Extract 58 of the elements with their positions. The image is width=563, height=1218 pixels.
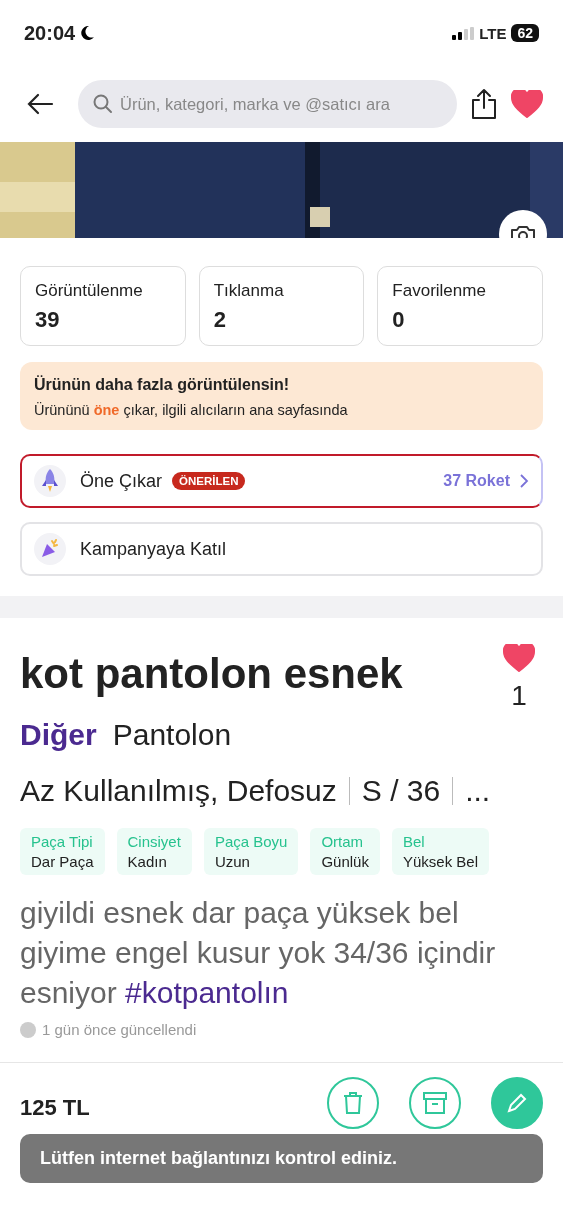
recommended-badge: ÖNERİLEN [172, 472, 246, 490]
attribute-name: Cinsiyet [127, 833, 181, 850]
heart-icon[interactable] [511, 90, 543, 118]
stat-label: Görüntülenme [35, 281, 144, 301]
stat-value: 2 [213, 307, 227, 333]
edit-button[interactable] [491, 1077, 543, 1129]
battery-indicator: 62 [511, 24, 539, 42]
attribute-name: Paça Tipi [31, 833, 94, 850]
archive-icon [423, 1092, 447, 1114]
stat-label: Tıklanma [213, 281, 285, 301]
like-count: 1 [511, 680, 527, 712]
action-label: Kampanyaya Katıl [80, 538, 227, 560]
attribute-name: Bel [402, 833, 426, 850]
pencil-icon [506, 1092, 528, 1114]
hashtag-link[interactable]: #kotpantolın [125, 976, 289, 1009]
stat-value: 39 [35, 307, 61, 333]
moon-icon [79, 25, 96, 41]
attribute-value: Kadın [127, 853, 168, 870]
status-time: 20:04 [24, 21, 76, 45]
search-icon [93, 94, 113, 114]
attribute-value: Uzun [214, 853, 251, 870]
party-popper-icon [34, 533, 66, 565]
attribute-value: Günlük [321, 853, 369, 870]
category-link[interactable]: Diğer [20, 718, 97, 752]
toast-message: Lütfen internet bağlantınızı kontrol ediniz. [20, 1134, 543, 1183]
promo-title: Ürünün daha fazla görüntülensin! [34, 376, 291, 394]
price-text: 125 TL [20, 1095, 90, 1121]
size-text: S / 36 [361, 774, 441, 808]
stat-label: Favorilenme [392, 281, 487, 301]
camera-icon [510, 224, 536, 238]
attribute-value: Dar Paça [31, 853, 94, 870]
rocket-icon [34, 465, 66, 497]
stat-value: 0 [392, 307, 406, 333]
product-title: kot pantolon esnek [20, 650, 403, 698]
description-text: giyildi esnek dar paça yüksek bel giyime engel kusur yok 34/36 içindir esniyor #kotpantolın [20, 895, 497, 1011]
heart-icon[interactable] [503, 644, 535, 672]
network-label: LTE [479, 24, 507, 42]
chevron-right-icon [520, 474, 529, 488]
more-text: ... [465, 774, 491, 808]
back-arrow-icon[interactable] [26, 93, 54, 115]
promo-text: Ürününü öne çıkar, ilgili alıcıların ana sayfasında [34, 402, 349, 418]
delete-button[interactable] [327, 1077, 379, 1129]
trash-icon [342, 1091, 364, 1115]
archive-button[interactable] [409, 1077, 461, 1129]
action-row[interactable]: Öne Çıkar ÖNERİLEN 37 Roket [20, 454, 543, 508]
search-field[interactable]: Ürün, kategori, marka ve @satıcı ara [78, 80, 457, 128]
signal-icon [452, 26, 475, 40]
attribute-name: Paça Boyu [214, 833, 288, 850]
subcategory-link[interactable]: Pantolon [112, 718, 232, 752]
info-icon [20, 1021, 36, 1038]
action-row[interactable]: Kampanyaya Katıl [20, 522, 543, 576]
updated-text: 1 gün önce güncellendi [42, 1021, 197, 1038]
rocket-cost: 37 Roket [443, 472, 510, 490]
attribute-value: Yüksek Bel [402, 853, 478, 870]
condition-text: Az Kullanılmış, Defosuz [20, 774, 337, 808]
action-label: Öne Çıkar [80, 470, 163, 492]
share-icon[interactable] [471, 88, 497, 120]
attribute-name: Ortam [321, 833, 365, 850]
